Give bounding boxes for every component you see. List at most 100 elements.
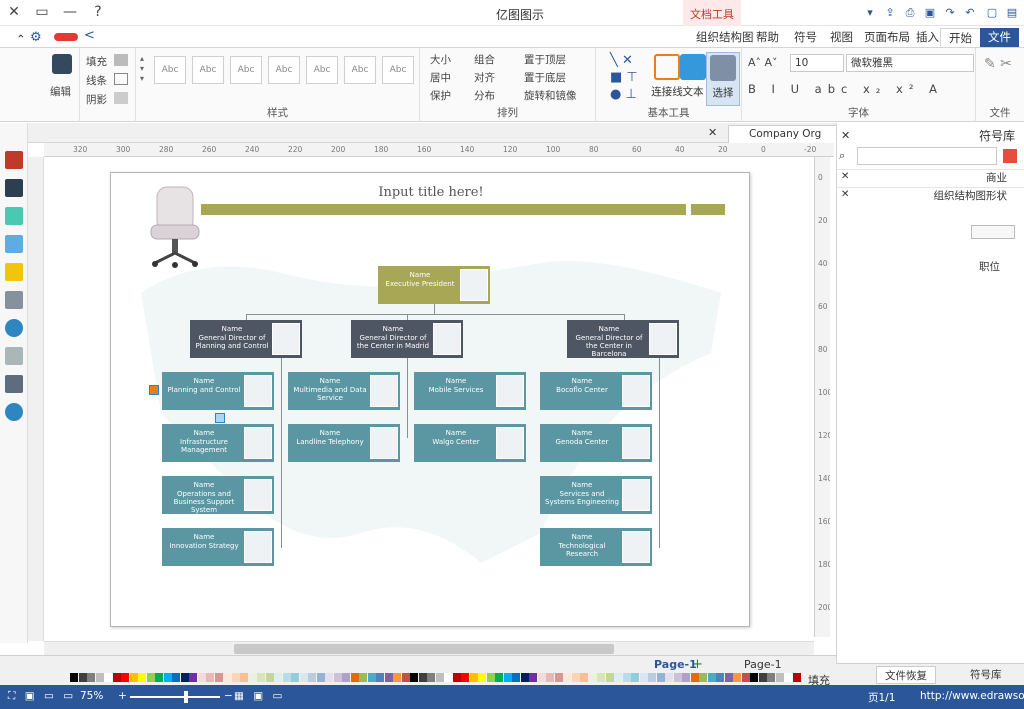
fill-panel-icon[interactable] xyxy=(5,207,23,225)
font-family-select[interactable]: 微软雅黑 xyxy=(846,54,974,72)
color-swatch[interactable] xyxy=(146,673,155,682)
position-shape-thumbnail[interactable] xyxy=(971,225,1015,239)
color-swatch[interactable] xyxy=(325,673,333,682)
color-swatch[interactable] xyxy=(231,673,240,682)
color-swatch[interactable] xyxy=(104,673,112,682)
floating-action-icon[interactable] xyxy=(215,413,225,423)
library-item-org-shapes[interactable]: 组织结构图形状 xyxy=(837,187,1024,205)
org-card-director[interactable]: Name General Director of the Center in M… xyxy=(351,320,463,358)
color-swatch[interactable] xyxy=(418,673,427,682)
color-swatch[interactable] xyxy=(78,673,87,682)
color-swatch[interactable] xyxy=(750,673,758,682)
color-swatch[interactable] xyxy=(197,673,206,682)
color-swatch[interactable] xyxy=(138,673,146,682)
color-swatch[interactable] xyxy=(223,673,231,682)
color-swatch[interactable] xyxy=(690,673,699,682)
search-icon[interactable]: ⌕ xyxy=(839,149,845,163)
color-swatch[interactable] xyxy=(631,673,639,682)
page-title[interactable]: Input title here! xyxy=(361,185,501,200)
color-swatch[interactable] xyxy=(639,673,648,682)
color-swatch[interactable] xyxy=(597,673,605,682)
color-swatch[interactable] xyxy=(95,673,104,682)
color-swatch[interactable] xyxy=(512,673,520,682)
shape-tools-icon[interactable]: ╲ ✕ ■ ⊤ ● ⊥ xyxy=(604,52,654,106)
color-swatch[interactable] xyxy=(784,673,792,682)
color-swatch[interactable] xyxy=(121,673,129,682)
page-icon[interactable] xyxy=(5,291,23,309)
save-icon[interactable]: ▣ xyxy=(922,5,938,21)
color-swatch[interactable] xyxy=(741,673,750,682)
print-icon[interactable]: ⎙ xyxy=(902,5,918,21)
style-swatch[interactable]: Abc xyxy=(230,56,262,84)
zoom-out-icon[interactable]: − xyxy=(224,690,233,702)
fill-button[interactable]: 填充 xyxy=(86,54,107,69)
library-menu-icon[interactable] xyxy=(1003,149,1017,163)
layer-icon[interactable] xyxy=(5,263,23,281)
line-button[interactable]: 线条 xyxy=(86,73,107,88)
org-card-staff[interactable]: Name Services and Systems Engineering xyxy=(540,476,652,514)
color-swatch[interactable] xyxy=(316,673,325,682)
org-card-director[interactable]: Name General Director of the Center in B… xyxy=(567,320,679,358)
comment-icon[interactable] xyxy=(5,375,23,393)
color-swatch[interactable] xyxy=(452,673,461,682)
color-swatch[interactable] xyxy=(622,673,631,682)
color-swatch[interactable] xyxy=(648,673,656,682)
undo-icon[interactable]: ↶ xyxy=(962,5,978,21)
style-swatch[interactable]: Abc xyxy=(382,56,414,84)
color-swatch[interactable] xyxy=(291,673,299,682)
binoculars-icon[interactable] xyxy=(52,54,72,74)
color-swatch[interactable] xyxy=(495,673,503,682)
size-button[interactable]: 大小 xyxy=(430,52,451,67)
color-swatch[interactable] xyxy=(384,673,393,682)
org-card-staff[interactable]: Name Genoda Center xyxy=(540,424,652,462)
color-swatch[interactable] xyxy=(503,673,512,682)
color-swatch[interactable] xyxy=(282,673,291,682)
tab-symbol-library[interactable]: 符号库 xyxy=(962,666,1010,684)
tab-company-org-chart[interactable]: Company Org Chart xyxy=(728,125,838,156)
org-card-director[interactable]: Name General Director of Planning and Co… xyxy=(190,320,302,358)
font-size-select[interactable]: 10 xyxy=(790,54,844,72)
color-swatch[interactable] xyxy=(665,673,673,682)
format-painter-icon[interactable]: ✎ ✂ xyxy=(984,56,1012,72)
font-grow-icon[interactable]: A˄ A˅ xyxy=(748,56,778,69)
close-library-icon[interactable]: ✕ xyxy=(841,171,849,182)
floating-action-icon[interactable] xyxy=(149,385,159,395)
org-card-staff[interactable]: Name Infrastructure Management xyxy=(162,424,274,462)
text-button[interactable]: 文本 xyxy=(676,52,710,106)
new-file-icon[interactable]: ▢ xyxy=(984,5,1000,21)
color-swatch[interactable] xyxy=(486,673,495,682)
share-icon[interactable]: < xyxy=(84,28,95,43)
color-swatch[interactable] xyxy=(444,673,452,682)
color-swatch[interactable] xyxy=(605,673,614,682)
color-swatch[interactable] xyxy=(129,673,138,682)
help-icon[interactable] xyxy=(5,403,23,421)
color-swatch[interactable] xyxy=(614,673,622,682)
color-swatch[interactable] xyxy=(529,673,537,682)
org-card-staff[interactable]: Name Mobile Services xyxy=(414,372,526,410)
color-swatch[interactable] xyxy=(537,673,546,682)
zoom-in-icon[interactable]: + xyxy=(118,690,127,702)
color-swatch[interactable] xyxy=(724,673,733,682)
close-window-button[interactable]: ✕ xyxy=(0,0,28,26)
color-swatch[interactable] xyxy=(265,673,274,682)
org-card-staff[interactable]: Name Planning and Control xyxy=(162,372,274,410)
color-swatch[interactable] xyxy=(588,673,597,682)
org-card-staff[interactable]: Name Bocoflo Center xyxy=(540,372,652,410)
redo-icon[interactable]: ↷ xyxy=(942,5,958,21)
color-swatch[interactable] xyxy=(461,673,469,682)
color-swatch[interactable] xyxy=(733,673,741,682)
gear-icon[interactable]: ⚙ xyxy=(30,30,44,45)
text-format-icons[interactable]: B I U abc x₂ x² A xyxy=(748,82,943,96)
close-panel-icon[interactable]: ✕ xyxy=(841,129,850,142)
color-swatch[interactable] xyxy=(155,673,163,682)
customize-icon[interactable]: ▾ xyxy=(862,5,878,21)
color-swatch[interactable] xyxy=(206,673,214,682)
color-swatch[interactable] xyxy=(299,673,308,682)
color-swatch[interactable] xyxy=(240,673,248,682)
color-swatch[interactable] xyxy=(367,673,376,682)
tab-help[interactable]: 帮助 xyxy=(748,28,787,47)
center-button[interactable]: 居中 xyxy=(430,70,451,85)
scrollbar-thumb[interactable] xyxy=(234,644,614,654)
page-selector[interactable]: Page-1 xyxy=(744,658,782,671)
org-card-root[interactable]: Name Executive President xyxy=(378,266,490,304)
